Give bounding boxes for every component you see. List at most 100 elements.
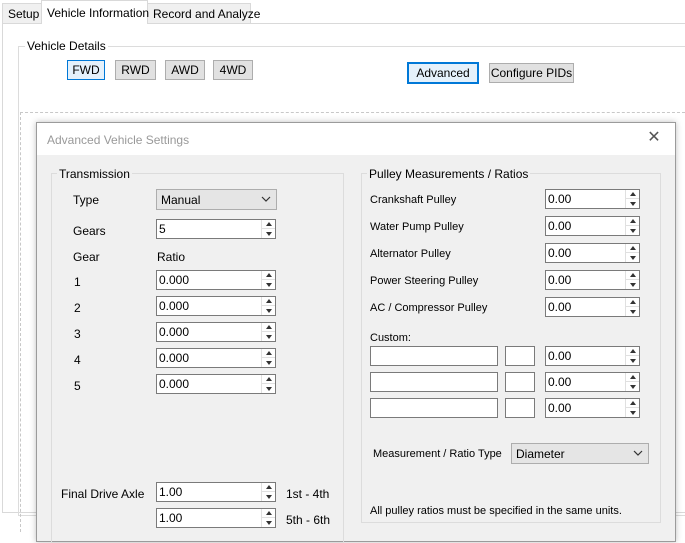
up-arrow-icon[interactable] [262, 483, 275, 492]
up-arrow-icon[interactable] [262, 375, 275, 384]
gear-2-ratio-stepper[interactable]: 0.000 [156, 296, 276, 316]
down-arrow-icon[interactable] [626, 280, 639, 289]
gear-3-label: 3 [74, 327, 81, 341]
measurement-type-select[interactable]: Diameter [511, 443, 649, 464]
up-arrow-icon[interactable] [626, 373, 639, 382]
type-label: Type [73, 193, 100, 207]
close-icon[interactable]: ✕ [647, 130, 661, 146]
stepper-arrows [261, 220, 275, 238]
tab-label: Vehicle Information [47, 6, 150, 20]
stepper-arrows [625, 244, 639, 262]
stepper-arrows [261, 375, 275, 393]
gears-label: Gears [73, 224, 106, 238]
up-arrow-icon[interactable] [262, 271, 275, 280]
up-arrow-icon[interactable] [626, 347, 639, 356]
gear-5-ratio-stepper[interactable]: 0.000 [156, 374, 276, 394]
4wd-button[interactable]: 4WD [213, 60, 253, 80]
awd-button[interactable]: AWD [165, 60, 205, 80]
dialog-titlebar: Advanced Vehicle Settings ✕ [37, 123, 675, 155]
crankshaft-pulley-value: 0.00 [548, 192, 572, 206]
up-arrow-icon[interactable] [626, 298, 639, 307]
custom-1-value-stepper[interactable]: 0.00 [545, 346, 640, 366]
final-drive-1-stepper[interactable]: 1.00 [156, 482, 276, 502]
down-arrow-icon[interactable] [626, 199, 639, 208]
custom-2-name-input[interactable] [370, 372, 498, 392]
water-pump-pulley-label: Water Pump Pulley [370, 221, 464, 233]
crankshaft-pulley-stepper[interactable]: 0.00 [545, 189, 640, 209]
up-arrow-icon[interactable] [626, 399, 639, 408]
down-arrow-icon[interactable] [262, 384, 275, 393]
chevron-down-icon [261, 196, 271, 202]
stepper-arrows [625, 347, 639, 365]
tab-setup[interactable]: Setup [2, 3, 42, 24]
stepper-arrows [625, 373, 639, 391]
down-arrow-icon[interactable] [626, 226, 639, 235]
down-arrow-icon[interactable] [262, 332, 275, 341]
tab-vehicle-information[interactable]: Vehicle Information [41, 0, 150, 24]
power-steering-pulley-value: 0.00 [548, 273, 572, 287]
custom-3-value-stepper[interactable]: 0.00 [545, 398, 640, 418]
down-arrow-icon[interactable] [262, 492, 275, 501]
rwd-button[interactable]: RWD [115, 60, 156, 80]
up-arrow-icon[interactable] [626, 217, 639, 226]
ac-compressor-pulley-stepper[interactable]: 0.00 [545, 297, 640, 317]
up-arrow-icon[interactable] [262, 323, 275, 332]
gears-value: 5 [159, 222, 166, 236]
pulley-title: Pulley Measurements / Ratios [367, 167, 531, 181]
chevron-down-icon [633, 450, 643, 456]
up-arrow-icon[interactable] [626, 190, 639, 199]
configure-pids-button[interactable]: Configure PIDs [489, 63, 574, 83]
ac-compressor-pulley-value: 0.00 [548, 300, 572, 314]
custom-2-value-stepper[interactable]: 0.00 [545, 372, 640, 392]
up-arrow-icon[interactable] [262, 220, 275, 229]
up-arrow-icon[interactable] [262, 349, 275, 358]
gear-1-label: 1 [74, 275, 81, 289]
gear-4-ratio-stepper[interactable]: 0.000 [156, 348, 276, 368]
measurement-type-value: Diameter [516, 447, 565, 461]
custom-1-code-input[interactable] [505, 346, 535, 366]
ac-compressor-pulley-label: AC / Compressor Pulley [370, 302, 488, 314]
stepper-arrows [625, 271, 639, 289]
water-pump-pulley-stepper[interactable]: 0.00 [545, 216, 640, 236]
transmission-type-select[interactable]: Manual [156, 189, 277, 210]
custom-2-code-input[interactable] [505, 372, 535, 392]
custom-3-name-input[interactable] [370, 398, 498, 418]
gear-5-ratio-value: 0.000 [159, 377, 190, 391]
stepper-arrows [261, 509, 275, 527]
up-arrow-icon[interactable] [626, 271, 639, 280]
down-arrow-icon[interactable] [626, 356, 639, 365]
down-arrow-icon[interactable] [626, 307, 639, 316]
down-arrow-icon[interactable] [262, 280, 275, 289]
fwd-button[interactable]: FWD [67, 60, 105, 80]
down-arrow-icon[interactable] [626, 408, 639, 417]
water-pump-pulley-value: 0.00 [548, 219, 572, 233]
custom-1-value: 0.00 [548, 349, 572, 363]
gear-1-ratio-stepper[interactable]: 0.000 [156, 270, 276, 290]
down-arrow-icon[interactable] [262, 518, 275, 527]
stepper-arrows [625, 298, 639, 316]
custom-3-code-input[interactable] [505, 398, 535, 418]
tab-record-and-analyze[interactable]: Record and Analyze [147, 3, 260, 24]
down-arrow-icon[interactable] [262, 229, 275, 238]
alternator-pulley-stepper[interactable]: 0.00 [545, 243, 640, 263]
final-drive-2-stepper[interactable]: 1.00 [156, 508, 276, 528]
tab-strip: Setup Vehicle Information Record and Ana… [0, 0, 685, 24]
down-arrow-icon[interactable] [262, 306, 275, 315]
stepper-arrows [261, 271, 275, 289]
down-arrow-icon[interactable] [626, 382, 639, 391]
up-arrow-icon[interactable] [626, 244, 639, 253]
final-drive-label: Final Drive Axle [61, 487, 145, 501]
gear-3-ratio-stepper[interactable]: 0.000 [156, 322, 276, 342]
up-arrow-icon[interactable] [262, 509, 275, 518]
gear-4-ratio-value: 0.000 [159, 351, 190, 365]
down-arrow-icon[interactable] [626, 253, 639, 262]
down-arrow-icon[interactable] [262, 358, 275, 367]
advanced-button[interactable]: Advanced [407, 62, 479, 84]
power-steering-pulley-stepper[interactable]: 0.00 [545, 270, 640, 290]
gear-4-label: 4 [74, 353, 81, 367]
custom-1-name-input[interactable] [370, 346, 498, 366]
up-arrow-icon[interactable] [262, 297, 275, 306]
final-drive-1-range: 1st - 4th [286, 487, 330, 501]
dialog-title: Advanced Vehicle Settings [47, 133, 190, 147]
gears-stepper[interactable]: 5 [156, 219, 276, 239]
